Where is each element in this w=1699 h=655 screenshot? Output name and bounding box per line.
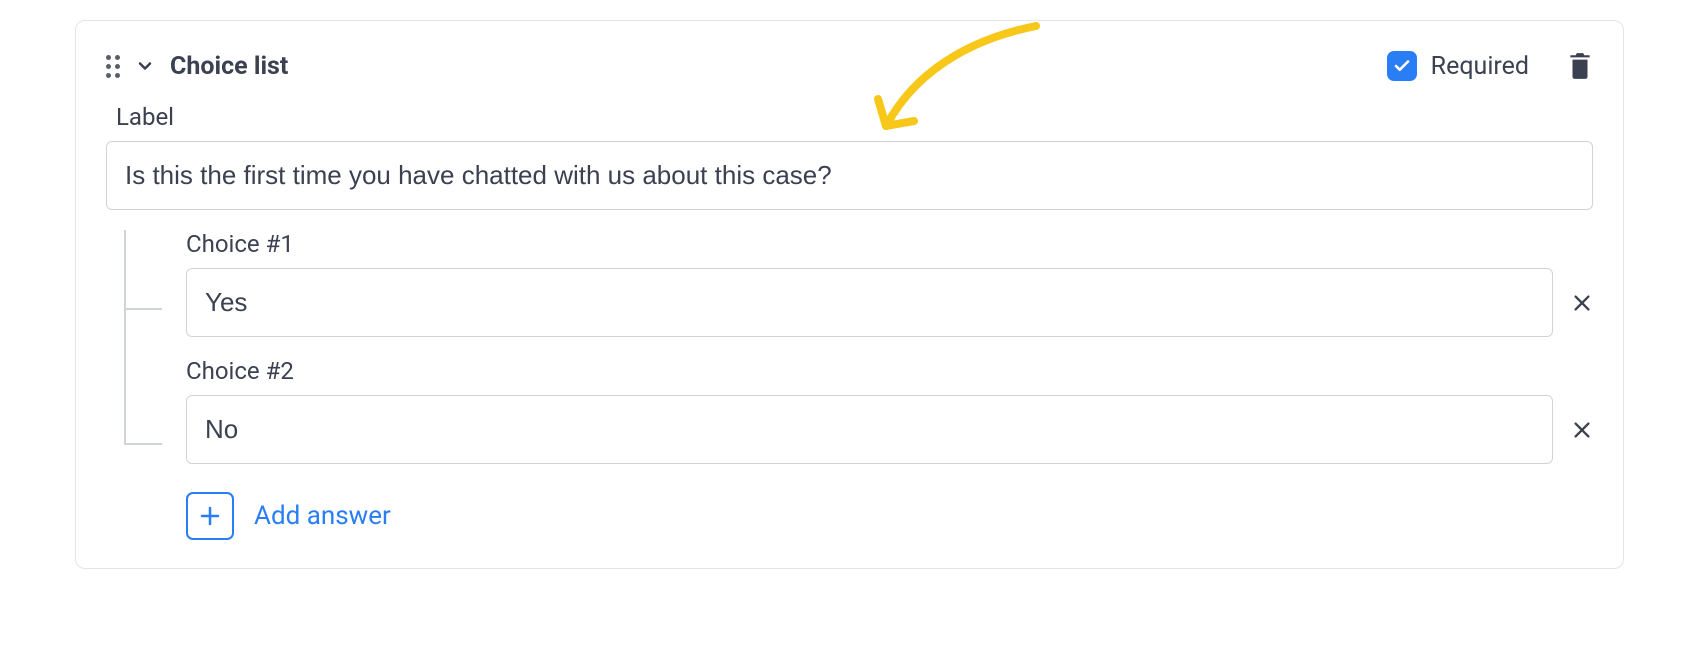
required-checkbox[interactable]: [1387, 51, 1417, 81]
close-icon: [1571, 419, 1593, 441]
drag-handle-icon[interactable]: [106, 55, 120, 78]
choice-row: [186, 395, 1593, 464]
delete-button[interactable]: [1567, 51, 1593, 81]
choice-block-1: Choice #1: [186, 230, 1593, 337]
annotation-arrow-icon: [866, 21, 1046, 151]
remove-choice-button[interactable]: [1571, 292, 1593, 314]
plus-icon: [198, 504, 222, 528]
card-header: Choice list Required: [106, 51, 1593, 81]
add-answer-row: Add answer: [186, 492, 1593, 540]
choices-container: Choice #1 Choice #2 Add answer: [106, 230, 1593, 540]
choice-input-1[interactable]: [186, 268, 1553, 337]
add-answer-button[interactable]: [186, 492, 234, 540]
label-input[interactable]: [106, 141, 1593, 210]
choice-input-2[interactable]: [186, 395, 1553, 464]
header-right: Required: [1387, 51, 1593, 81]
tree-connector-icon: [124, 230, 162, 310]
choice-list-card: Choice list Required Label Choice #1: [75, 20, 1624, 569]
label-caption: Label: [116, 103, 1593, 131]
field-type-label: Choice list: [170, 52, 288, 81]
collapse-chevron-down-icon[interactable]: [134, 55, 156, 77]
header-left: Choice list: [106, 52, 288, 81]
remove-choice-button[interactable]: [1571, 419, 1593, 441]
required-toggle[interactable]: Required: [1387, 51, 1529, 81]
choice-block-2: Choice #2: [186, 357, 1593, 464]
choice-caption: Choice #1: [186, 230, 1593, 258]
close-icon: [1571, 292, 1593, 314]
required-label: Required: [1431, 52, 1529, 81]
choice-caption: Choice #2: [186, 357, 1593, 385]
trash-icon: [1567, 51, 1593, 81]
add-answer-label[interactable]: Add answer: [254, 501, 391, 531]
choice-row: [186, 268, 1593, 337]
tree-connector-icon: [124, 310, 162, 445]
